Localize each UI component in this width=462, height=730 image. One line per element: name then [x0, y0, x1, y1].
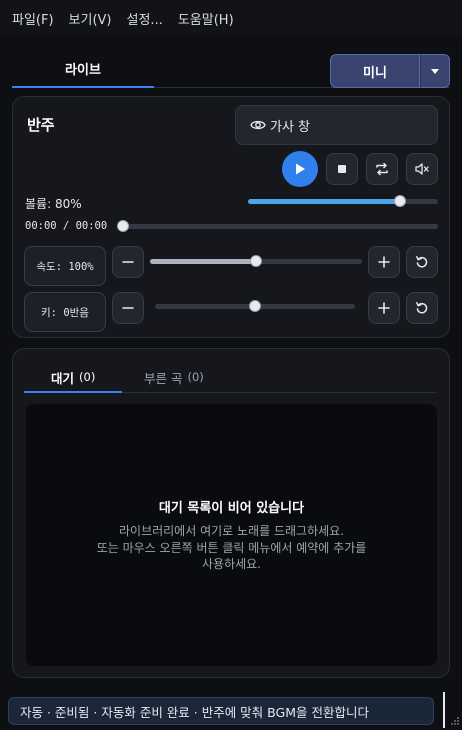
eye-icon — [250, 120, 266, 130]
lyrics-window-label: 가사 창 — [270, 119, 311, 135]
mini-mode-label: 미니 — [363, 65, 387, 81]
lyrics-window-button[interactable]: 가사 창 — [235, 105, 438, 145]
minus-icon — [122, 307, 134, 309]
tab-waiting[interactable]: 대기 (0) — [51, 362, 95, 392]
menu-help[interactable]: 도움말(H) — [178, 9, 234, 28]
key-reset-button[interactable] — [406, 292, 438, 324]
speed-reset-button[interactable] — [406, 246, 438, 278]
volume-slider-fill — [248, 199, 400, 204]
tab-waiting-label: 대기 — [51, 370, 75, 386]
reset-icon — [416, 302, 428, 314]
status-bar: 자동 · 준비됨 · 자동화 준비 완료 · 반주에 맞춰 BGM을 전환합니다 — [8, 697, 434, 725]
plus-icon — [378, 256, 390, 268]
speed-label: 속도: 100% — [36, 260, 94, 273]
key-slider[interactable] — [155, 300, 355, 312]
status-text: 자동 · 준비됨 · 자동화 준비 완료 · 반주에 맞춰 BGM을 전환합니다 — [20, 704, 369, 720]
key-display: 키: 0반음 — [24, 292, 106, 332]
empty-queue-line: 사용하세요. — [201, 557, 261, 571]
play-icon — [296, 163, 305, 175]
repeat-icon — [376, 162, 388, 176]
volume-label: 볼륨: 80% — [25, 197, 82, 211]
speed-slider-fill — [150, 259, 256, 264]
stop-icon — [338, 165, 346, 173]
speed-decrease-button[interactable] — [112, 246, 144, 278]
tab-played[interactable]: 부른 곡 (0) — [144, 362, 204, 392]
empty-queue-title: 대기 목록이 비어 있습니다 — [158, 501, 305, 516]
mute-button[interactable] — [406, 153, 438, 185]
key-label: 키: 0반음 — [41, 306, 89, 319]
tab-live-label: 라이브 — [65, 62, 101, 78]
mini-mode-dropdown-button[interactable] — [420, 54, 450, 88]
tab-waiting-count: (0) — [79, 370, 96, 384]
chevron-down-icon — [431, 68, 439, 74]
menu-bar: 파일(F) 보기(V) 설정... 도움말(H) — [0, 0, 462, 36]
empty-queue-line: 또는 마우스 오른쪽 버튼 클릭 메뉴에서 예약에 추가를 — [96, 540, 367, 555]
key-slider-thumb[interactable] — [249, 300, 261, 312]
volume-slider-thumb[interactable] — [394, 195, 406, 207]
empty-queue-description: 라이브러리에서 여기로 노래를 드래그하세요. 또는 마우스 오른쪽 버튼 클릭… — [26, 523, 437, 573]
tab-live[interactable]: 라이브 — [12, 48, 154, 88]
reset-icon — [416, 256, 428, 268]
accompaniment-title: 반주 — [27, 116, 55, 134]
position-slider[interactable] — [117, 220, 438, 232]
key-decrease-button[interactable] — [112, 292, 144, 324]
plus-icon — [378, 302, 390, 314]
resize-grip-icon[interactable] — [450, 716, 460, 726]
stop-button[interactable] — [326, 153, 358, 185]
volume-slider[interactable] — [248, 195, 438, 207]
repeat-button[interactable] — [366, 153, 398, 185]
key-increase-button[interactable] — [368, 292, 400, 324]
speed-increase-button[interactable] — [368, 246, 400, 278]
tab-waiting-indicator — [24, 391, 122, 393]
tab-live-indicator — [12, 86, 154, 88]
minus-icon — [122, 261, 134, 263]
menu-file[interactable]: 파일(F) — [12, 9, 54, 28]
queue-tabs: 대기 (0) 부른 곡 (0) — [24, 362, 437, 393]
empty-queue-line: 라이브러리에서 여기로 노래를 드래그하세요. — [118, 524, 345, 538]
tab-played-label: 부른 곡 — [144, 370, 183, 386]
speed-slider-thumb[interactable] — [250, 255, 262, 267]
tab-played-count: (0) — [187, 370, 204, 384]
menu-settings[interactable]: 설정... — [127, 9, 163, 28]
menu-view[interactable]: 보기(V) — [69, 9, 112, 28]
play-button[interactable] — [282, 151, 318, 187]
speed-display: 속도: 100% — [24, 246, 106, 286]
mini-mode-button[interactable]: 미니 — [330, 54, 420, 88]
speaker-muted-icon — [415, 163, 429, 175]
status-separator — [443, 692, 445, 728]
speed-slider[interactable] — [150, 255, 362, 267]
queue-drop-area[interactable]: 대기 목록이 비어 있습니다 라이브러리에서 여기로 노래를 드래그하세요. 또… — [26, 404, 437, 666]
position-slider-thumb[interactable] — [117, 220, 129, 232]
time-readout: 00:00 / 00:00 — [25, 220, 108, 232]
